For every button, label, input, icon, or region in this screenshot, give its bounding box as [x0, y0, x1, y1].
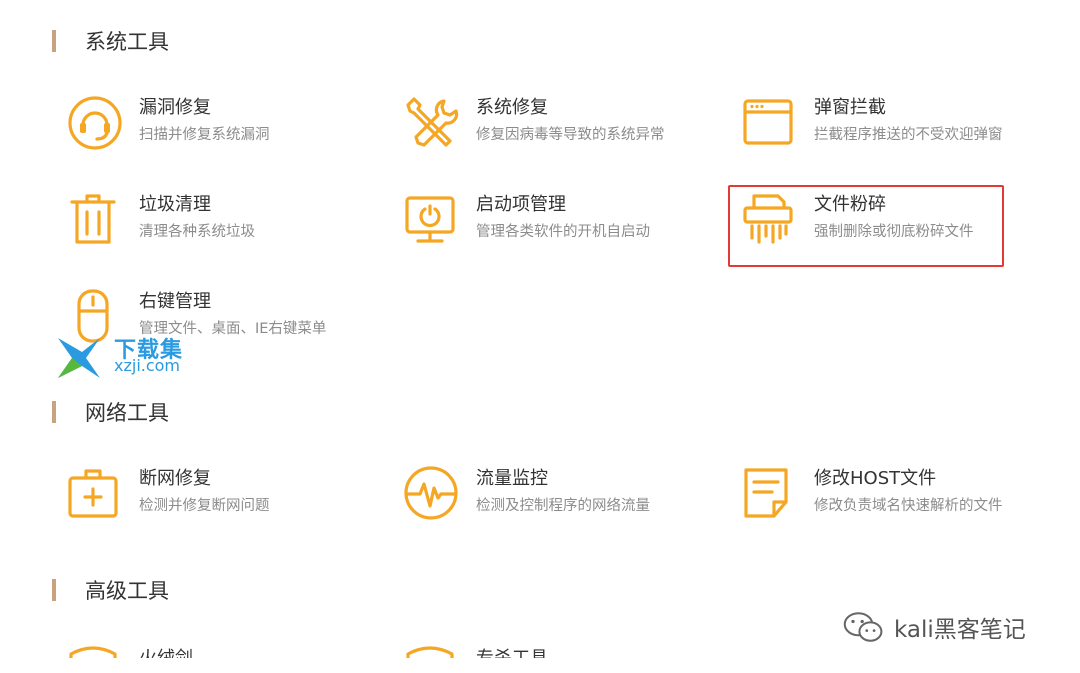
tool-name: 火绒剑	[139, 648, 193, 658]
tool-name: 系统修复	[476, 97, 548, 118]
tool-name: 启动项管理	[476, 194, 566, 215]
watermark-arrow-icon	[58, 338, 100, 378]
monitor-power-icon	[404, 192, 460, 248]
shield-icon	[67, 640, 123, 658]
tool-name: 流量监控	[476, 468, 548, 489]
browser-window-icon	[742, 95, 798, 151]
tool-desc: 管理各类软件的开机自启动	[476, 224, 650, 240]
headset-circle-icon	[67, 95, 123, 151]
tool-desc: 清理各种系统垃圾	[139, 224, 255, 240]
tool-host-edit[interactable]: 修改HOST文件 修改负责域名快速解析的文件	[742, 466, 1072, 530]
section-bar-network	[52, 401, 56, 423]
tool-advanced-1[interactable]: 火绒剑	[67, 640, 397, 658]
tool-name: 右键管理	[139, 291, 211, 312]
pulse-circle-icon	[404, 466, 460, 522]
tool-desc: 修复因病毒等导致的系统异常	[476, 127, 665, 143]
highlight-box-file-shredder	[728, 185, 1004, 267]
watermark-en-text: xzji.com	[114, 356, 181, 375]
tool-name: 弹窗拦截	[814, 97, 886, 118]
note-document-icon	[742, 466, 798, 522]
tool-name: 修改HOST文件	[814, 468, 937, 489]
credit-text: kali黑客笔记	[894, 617, 1026, 643]
section-bar-system	[52, 30, 56, 52]
tool-desc: 拦截程序推送的不受欢迎弹窗	[814, 127, 1003, 143]
section-title-advanced: 高级工具	[85, 579, 169, 603]
tool-desc: 扫描并修复系统漏洞	[139, 127, 270, 143]
shield-icon	[404, 640, 460, 658]
section-bar-advanced	[52, 579, 56, 601]
tool-popup-block[interactable]: 弹窗拦截 拦截程序推送的不受欢迎弹窗	[742, 95, 1072, 159]
tool-network-repair[interactable]: 断网修复 检测并修复断网问题	[67, 466, 397, 530]
section-title-network: 网络工具	[85, 401, 169, 425]
tool-traffic-monitor[interactable]: 流量监控 检测及控制程序的网络流量	[404, 466, 734, 530]
tool-startup-manager[interactable]: 启动项管理 管理各类软件的开机自启动	[404, 192, 734, 256]
watermark-logo: 下载集 xzji.com	[56, 332, 206, 380]
tool-advanced-2[interactable]: 专杀工具	[404, 640, 734, 658]
tool-name: 垃圾清理	[139, 194, 211, 215]
medkit-icon	[67, 466, 123, 522]
trash-bin-icon	[67, 192, 123, 248]
tool-junk-clean[interactable]: 垃圾清理 清理各种系统垃圾	[67, 192, 397, 256]
tool-system-repair[interactable]: 系统修复 修复因病毒等导致的系统异常	[404, 95, 734, 159]
tool-desc: 检测并修复断网问题	[139, 498, 270, 514]
wrench-screwdriver-icon	[404, 95, 460, 151]
tool-desc: 修改负责域名快速解析的文件	[814, 498, 1003, 514]
wechat-icon	[843, 612, 883, 642]
tool-name: 断网修复	[139, 468, 211, 489]
section-title-system: 系统工具	[85, 30, 169, 54]
tool-name: 专杀工具	[476, 648, 548, 658]
tool-desc: 检测及控制程序的网络流量	[476, 498, 650, 514]
tool-vuln-repair[interactable]: 漏洞修复 扫描并修复系统漏洞	[67, 95, 397, 159]
tool-name: 漏洞修复	[139, 97, 211, 118]
